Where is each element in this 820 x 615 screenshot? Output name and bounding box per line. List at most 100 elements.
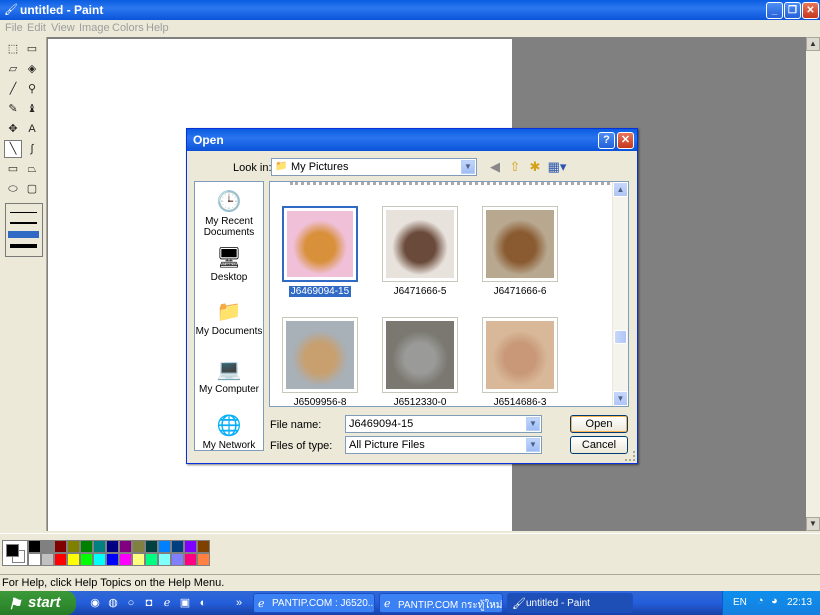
file-thumbnail[interactable] <box>382 206 458 282</box>
file-name-caption[interactable]: J6469094-15 <box>270 286 370 297</box>
scroll-down-arrow-icon[interactable]: ▼ <box>806 517 820 531</box>
palette-swatch[interactable] <box>158 540 171 553</box>
rectangle-icon[interactable]: ▭ <box>4 160 22 178</box>
file-name-caption[interactable]: J6514686-3 <box>470 397 570 406</box>
palette-swatch[interactable] <box>54 540 67 553</box>
place-desktop[interactable]: 🖥 Desktop <box>195 246 263 283</box>
pencil-icon[interactable]: ✎ <box>4 100 22 118</box>
line-icon[interactable]: ╲ <box>4 140 22 158</box>
taskbar-task[interactable]: 🖌 untitled - Paint <box>507 593 633 613</box>
quicklaunch-media-icon[interactable]: ▣ <box>178 596 192 610</box>
palette-swatch[interactable] <box>158 553 171 566</box>
curve-icon[interactable]: ∫ <box>23 140 41 158</box>
files-of-type-chevron-icon[interactable]: ▼ <box>526 438 540 452</box>
menu-view[interactable]: View <box>51 22 75 34</box>
list-scroll-up-icon[interactable]: ▲ <box>613 182 628 197</box>
file-name-chevron-icon[interactable]: ▼ <box>526 417 540 431</box>
place-my-computer[interactable]: 💻 My Computer <box>195 358 263 395</box>
line-width-3[interactable] <box>8 231 39 238</box>
dialog-close-button[interactable]: ✕ <box>617 132 634 149</box>
line-width-4[interactable] <box>10 244 37 248</box>
palette-swatch[interactable] <box>93 540 106 553</box>
polygon-icon[interactable]: ⏢ <box>23 160 41 178</box>
menu-help[interactable]: Help <box>146 22 169 34</box>
palette-swatch[interactable] <box>93 553 106 566</box>
list-scroll-down-icon[interactable]: ▼ <box>613 391 628 406</box>
rounded-rectangle-icon[interactable]: ▢ <box>23 180 41 198</box>
quicklaunch-show-desktop-icon[interactable]: ◉ <box>88 596 102 610</box>
palette-swatch[interactable] <box>184 540 197 553</box>
file-thumbnail[interactable] <box>482 206 558 282</box>
list-scroll-thumb[interactable] <box>614 330 627 344</box>
quicklaunch-opera-icon[interactable]: ○ <box>124 596 138 610</box>
file-list-scrollbar[interactable]: ▲ ▼ <box>612 182 628 406</box>
file-name-caption[interactable]: J6471666-5 <box>370 286 470 297</box>
palette-swatch[interactable] <box>132 553 145 566</box>
file-thumbnail[interactable] <box>282 317 358 393</box>
network-tray-icon[interactable]: ◔ <box>757 595 764 607</box>
line-width-selector[interactable] <box>5 203 43 257</box>
file-thumbnail[interactable] <box>382 317 458 393</box>
minimize-button[interactable]: _ <box>766 2 783 19</box>
look-in-dropdown[interactable]: 📁 My Pictures ▼ <box>271 158 477 176</box>
taskbar-task[interactable]: ℯ PANTIP.COM กระทู้ใหม่... <box>379 593 503 613</box>
palette-swatch[interactable] <box>67 540 80 553</box>
palette-swatch[interactable] <box>41 540 54 553</box>
file-name-caption[interactable]: J6471666-6 <box>470 286 570 297</box>
place-my-network[interactable]: 🌐 My Network <box>195 414 263 451</box>
palette-swatch[interactable] <box>80 540 93 553</box>
start-button[interactable]: ⚑ start <box>0 591 76 615</box>
file-name-caption[interactable]: J6512330-0 <box>370 397 470 406</box>
place-my-documents[interactable]: 📁 My Documents <box>195 300 263 337</box>
fill-icon[interactable]: ◈ <box>23 60 41 78</box>
palette-swatch[interactable] <box>119 553 132 566</box>
palette-swatch[interactable] <box>28 553 41 566</box>
vertical-scrollbar[interactable]: ▲ ▼ <box>806 37 820 531</box>
free-form-select-icon[interactable]: ⬚ <box>4 40 22 58</box>
palette-swatch[interactable] <box>145 553 158 566</box>
brush-icon[interactable]: ♝ <box>23 100 41 118</box>
palette-swatch[interactable] <box>132 540 145 553</box>
palette-swatch[interactable] <box>54 553 67 566</box>
magnifier-icon[interactable]: ⚲ <box>23 80 41 98</box>
palette-swatch[interactable] <box>197 540 210 553</box>
file-thumbnail[interactable] <box>282 206 358 282</box>
airbrush-icon[interactable]: ✥ <box>4 120 22 138</box>
palette-swatch[interactable] <box>67 553 80 566</box>
taskbar-task[interactable]: ℯ PANTIP.COM : J6520... <box>253 593 375 613</box>
new-folder-icon[interactable]: ✱ <box>527 159 543 175</box>
palette-swatch[interactable] <box>106 553 119 566</box>
views-menu-icon[interactable]: ▦▾ <box>547 159 567 175</box>
text-icon[interactable]: A <box>23 120 41 138</box>
back-icon[interactable]: ◀ <box>487 159 503 175</box>
palette-swatch[interactable] <box>106 540 119 553</box>
menu-file[interactable]: File <box>5 22 23 34</box>
palette-swatch[interactable] <box>184 553 197 566</box>
files-of-type-dropdown[interactable]: All Picture Files ▼ <box>345 436 542 454</box>
quicklaunch-extra-icon[interactable]: ◐ <box>196 596 210 610</box>
dialog-title-bar[interactable]: Open ? ✕ <box>187 129 637 151</box>
menu-image[interactable]: Image <box>79 22 110 34</box>
quicklaunch-app-icon[interactable]: ◘ <box>142 596 156 610</box>
up-folder-icon[interactable]: ⇧ <box>507 159 523 175</box>
file-list[interactable]: J6469094-15 J6471666-5 J6471666-6 J6509956-… <box>269 181 629 407</box>
language-indicator[interactable]: EN <box>733 597 747 608</box>
palette-swatch[interactable] <box>171 553 184 566</box>
quicklaunch-firefox-icon[interactable]: ◍ <box>106 596 120 610</box>
select-icon[interactable]: ▭ <box>23 40 41 58</box>
open-button[interactable]: Open <box>570 415 628 433</box>
eraser-icon[interactable]: ▱ <box>4 60 22 78</box>
menu-edit[interactable]: Edit <box>27 22 46 34</box>
menu-colors[interactable]: Colors <box>112 22 144 34</box>
pick-color-icon[interactable]: ╱ <box>4 80 22 98</box>
palette-swatch[interactable] <box>197 553 210 566</box>
palette-swatch[interactable] <box>171 540 184 553</box>
line-width-2[interactable] <box>10 222 37 224</box>
line-width-1[interactable] <box>10 212 37 213</box>
palette-swatch[interactable] <box>41 553 54 566</box>
palette-swatch[interactable] <box>80 553 93 566</box>
palette-swatch[interactable] <box>145 540 158 553</box>
place-my-recent-documents[interactable]: 🕒 My Recent Documents <box>195 190 263 238</box>
close-button[interactable]: ✕ <box>802 2 819 19</box>
file-thumbnail[interactable] <box>482 317 558 393</box>
